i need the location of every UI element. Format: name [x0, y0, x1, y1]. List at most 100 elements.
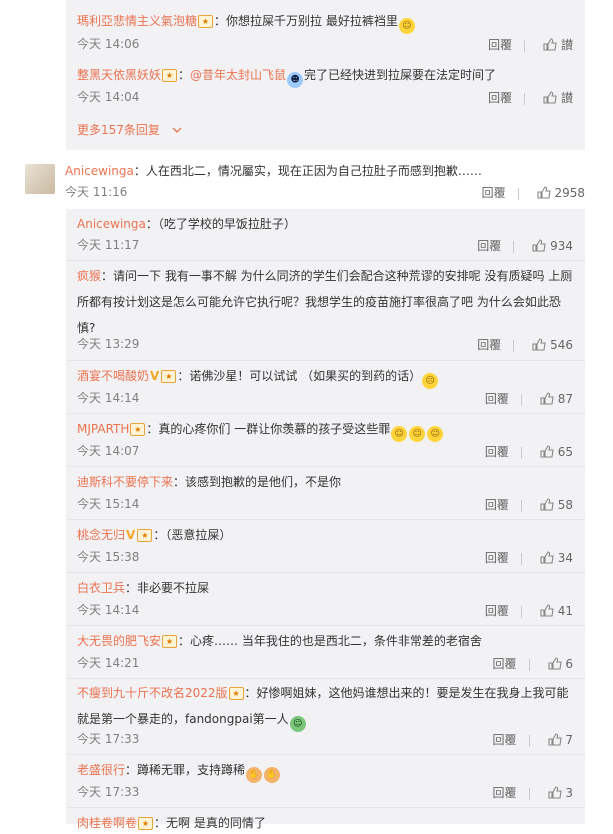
reply-button[interactable]: 回覆 [477, 236, 501, 256]
divider [528, 658, 530, 671]
user-name[interactable]: 疯猴 [77, 269, 101, 283]
vip-badge-icon: ★ [162, 635, 178, 648]
timestamp: 今天 15:14 [77, 497, 140, 511]
like-button[interactable]: 2958 [537, 183, 585, 203]
like-button[interactable]: 讃 [543, 88, 573, 108]
list-item: 酒宴不喝酸奶V ★ ：诺佛沙星！可以试试 （如果买的到药的话） ☹ [77, 365, 573, 389]
like-button[interactable]: 讃 [543, 35, 573, 55]
divider [520, 552, 522, 565]
more-replies-link[interactable]: 更多157条回复 [77, 121, 573, 138]
user-name[interactable]: 酒宴不喝酸奶 [77, 369, 149, 383]
reply-meta: 今天 14:14 回覆 41 [77, 601, 573, 618]
mention-link[interactable]: @昔年太封山飞鼠 [190, 68, 286, 82]
timestamp: 今天 14:06 [77, 37, 140, 51]
like-button[interactable]: 7 [547, 730, 573, 750]
reply-text: 完了已经快进到拉屎要在法定时间了 [304, 68, 497, 82]
user-name[interactable]: 肉桂卷啊卷 [77, 816, 137, 830]
list-item: 整黑天依黑妖妖 ★ ：@昔年太封山飞鼠 ☻ 完了已经快进到拉屎要在法定时间了 [77, 64, 573, 88]
user-name[interactable]: Anicewinga [77, 217, 146, 231]
reply-button[interactable]: 回覆 [477, 335, 501, 355]
timestamp: 今天 14:07 [77, 444, 140, 458]
reply-button[interactable]: 回覆 [482, 183, 506, 203]
emoji-icon: ☺ [427, 426, 444, 442]
user-name[interactable]: MJPARTH [77, 422, 129, 436]
reply-button[interactable]: 回覆 [488, 35, 512, 55]
verified-icon: V [150, 369, 160, 383]
reply-text: ：该感到抱歉的是他们，不是你 [173, 475, 342, 489]
timestamp: 今天 17:33 [77, 732, 140, 746]
user-name[interactable]: 白衣卫兵 [77, 581, 125, 595]
thumb-up-icon [543, 38, 557, 51]
emoji-icon: ☹ [422, 373, 439, 389]
reply-meta: 今天 13:29 回覆 546 [77, 335, 573, 352]
reply-button[interactable]: 回覆 [485, 389, 509, 409]
emoji-icon: ☺ [398, 18, 415, 34]
user-name[interactable]: Anicewinga [65, 164, 134, 178]
emoji-icon: ✋ [264, 767, 281, 783]
like-button[interactable]: 934 [532, 236, 573, 256]
like-count: 3 [565, 786, 573, 800]
user-name[interactable]: 瑪利亞悲情主义氣泡糖 [77, 14, 197, 28]
divider [520, 446, 522, 459]
vip-badge-icon: ★ [137, 529, 153, 542]
like-button[interactable]: 546 [532, 335, 573, 355]
reply-meta: 今天 15:14 回覆 58 [77, 495, 573, 512]
list-item: 老盛很行：蹲稀无罪，支持蹲稀 ✋ ✋ [77, 759, 573, 783]
like-button[interactable]: 6 [547, 654, 573, 674]
thumb-up-icon [532, 239, 546, 252]
thumb-up-icon [540, 604, 554, 617]
reply-button[interactable]: 回覆 [485, 548, 509, 568]
reply-meta: 今天 14:04 回覆 讃 [77, 88, 573, 105]
timestamp: 今天 14:04 [77, 90, 140, 104]
divider [66, 754, 585, 755]
reply-button[interactable]: 回覆 [485, 495, 509, 515]
timestamp: 今天 11:17 [77, 238, 140, 252]
thumb-up-icon [540, 445, 554, 458]
divider [520, 605, 522, 618]
divider [66, 625, 585, 626]
divider [66, 260, 585, 261]
user-name[interactable]: 桃念无归 [77, 528, 125, 542]
like-count: 34 [557, 551, 573, 565]
user-name[interactable]: 大无畏的肥飞安 [77, 634, 161, 648]
user-name[interactable]: 老盛很行 [77, 763, 125, 777]
reply-button[interactable]: 回覆 [485, 442, 509, 462]
vip-badge-icon: ★ [162, 69, 178, 82]
divider [513, 240, 515, 253]
emoji-icon: ☺ [409, 426, 426, 442]
emoji-icon: ☻ [287, 72, 304, 88]
chevron-down-icon [172, 127, 182, 133]
user-name[interactable]: 整黑天依黑妖妖 [77, 68, 161, 82]
reply-meta: 今天 14:14 回覆 87 [77, 389, 573, 406]
divider [528, 734, 530, 747]
list-item: 不瘦到九十斤不改名2022版 ★ ：好惨啊姐妹，这他妈谁想出来的！要是发生在我身上我… [77, 680, 573, 732]
timestamp: 今天 15:38 [77, 550, 140, 564]
vip-badge-icon: ★ [198, 15, 214, 28]
like-count: 2958 [554, 186, 585, 200]
like-button[interactable]: 3 [547, 783, 573, 803]
user-name[interactable]: 不瘦到九十斤不改名2022版 [77, 686, 228, 700]
like-button[interactable]: 41 [540, 601, 573, 621]
reply-meta: 今天 14:21 回覆 6 [77, 654, 573, 671]
reply-button[interactable]: 回覆 [485, 601, 509, 621]
divider [66, 678, 585, 679]
like-button[interactable]: 58 [540, 495, 573, 515]
timestamp: 今天 14:21 [77, 656, 140, 670]
reply-button[interactable]: 回覆 [488, 88, 512, 108]
reply-text: ：心疼…… 当年我住的也是西北二，条件非常差的老宿舍 [178, 634, 482, 648]
user-name[interactable]: 迪斯科不要停下来 [77, 475, 173, 489]
reply-button[interactable]: 回覆 [493, 730, 517, 750]
reply-button[interactable]: 回覆 [493, 654, 517, 674]
list-item: 白衣卫兵：非必要不拉屎 [77, 577, 573, 599]
avatar[interactable] [25, 164, 55, 194]
reply-meta: 今天 15:38 回覆 34 [77, 548, 573, 565]
thumb-up-icon [543, 91, 557, 104]
like-button[interactable]: 87 [540, 389, 573, 409]
like-count: 65 [557, 445, 573, 459]
like-button[interactable]: 34 [540, 548, 573, 568]
like-button[interactable]: 65 [540, 442, 573, 462]
reply-button[interactable]: 回覆 [493, 783, 517, 803]
like-count: 546 [550, 338, 573, 352]
divider [520, 393, 522, 406]
divider [66, 807, 585, 808]
